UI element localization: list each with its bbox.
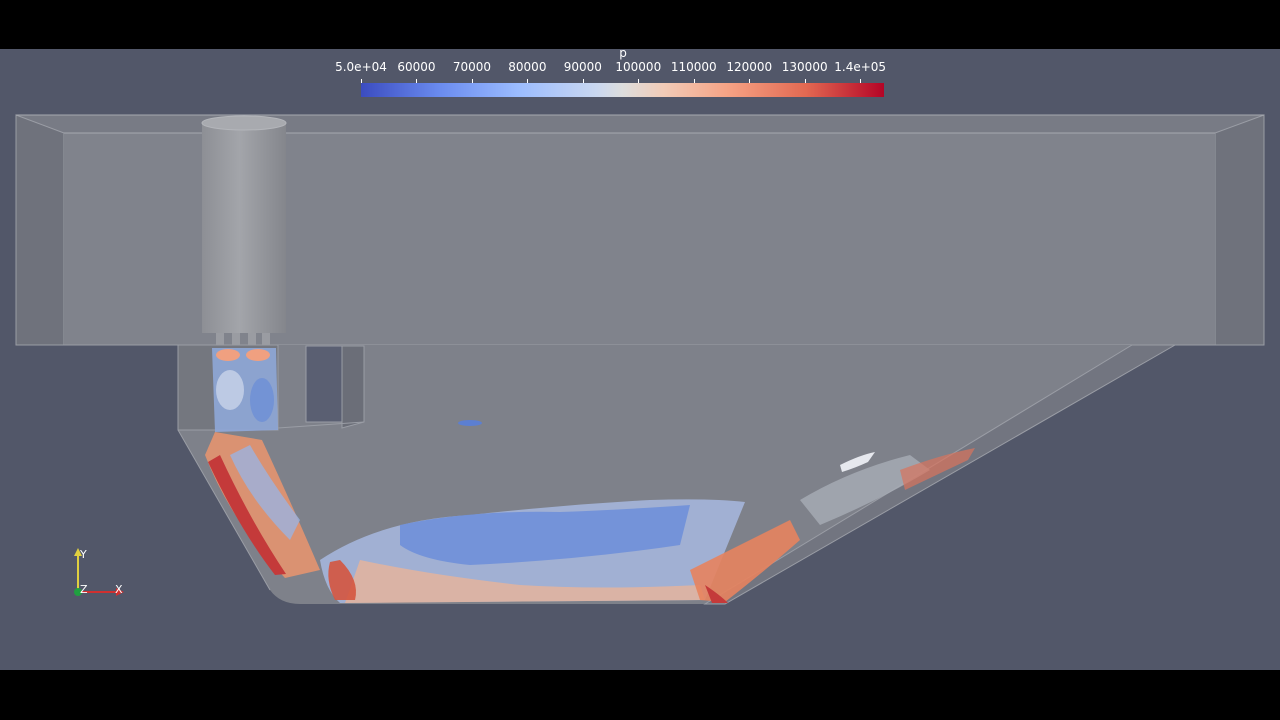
- orientation-axes: [74, 548, 124, 596]
- colorbar-label: 70000: [452, 60, 492, 74]
- x-axis-label: X: [115, 583, 123, 596]
- colorbar-tick: [582, 79, 584, 83]
- basin-3d-scene[interactable]: [0, 49, 1280, 670]
- pressure-colorbar: p 5.0e+04 60000 70000 80000 90000 100000 11000…: [0, 49, 1280, 109]
- colorbar-tick: [416, 79, 418, 83]
- render-viewport[interactable]: p 5.0e+04 60000 70000 80000 90000 100000 11000…: [0, 49, 1280, 670]
- colorbar-label: 90000: [563, 60, 602, 74]
- colorbar-tick: [749, 79, 751, 83]
- y-axis-label: Y: [80, 548, 87, 561]
- colorbar-label: 5.0e+04: [335, 60, 387, 74]
- colorbar-label: 130000: [781, 60, 828, 74]
- colorbar-tick: [527, 79, 529, 83]
- z-axis-label: Z: [80, 583, 88, 596]
- colorbar-tick: [693, 79, 695, 83]
- colorbar-label: 110000: [670, 60, 717, 74]
- colorbar-label: 120000: [726, 60, 773, 74]
- colorbar-tick: [638, 79, 640, 83]
- letterbox-top: [0, 0, 1280, 49]
- colorbar-label: 60000: [397, 60, 436, 74]
- colorbar-label: 1.4e+05: [834, 60, 887, 74]
- colorbar-title: p: [619, 49, 627, 60]
- letterbox-bottom: [0, 670, 1280, 720]
- colorbar-label: 80000: [508, 60, 547, 74]
- colorbar-tick: [361, 79, 362, 83]
- colorbar-tick: [471, 79, 473, 83]
- colorbar-tick: [860, 79, 862, 83]
- intake-shaft: [201, 115, 287, 345]
- colorbar-tick: [804, 79, 806, 83]
- colorbar-label: 100000: [615, 60, 662, 74]
- colorbar-gradient: [361, 83, 884, 97]
